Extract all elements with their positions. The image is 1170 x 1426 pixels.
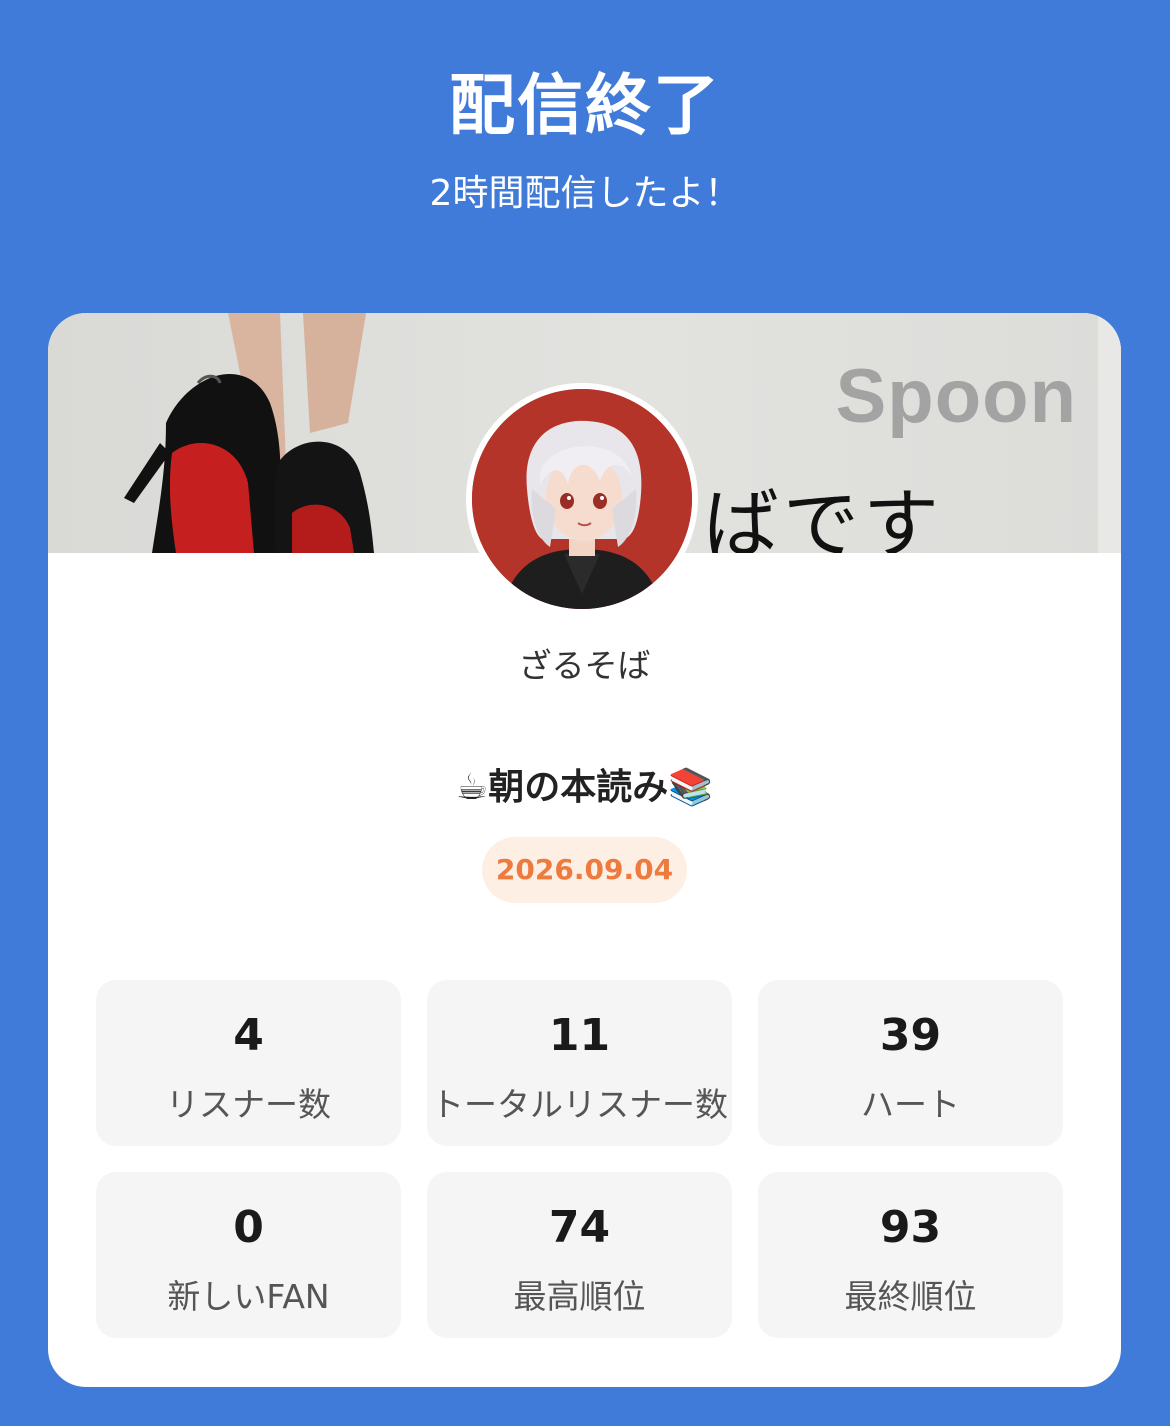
stat-highest-rank: 74 最高順位	[427, 1172, 732, 1338]
spoon-logo: Spoon	[835, 354, 1077, 439]
stat-total-listeners: 11 トータルリスナー数	[427, 980, 732, 1146]
avatar-image	[472, 389, 692, 609]
stat-new-fans: 0 新しいFAN	[96, 1172, 401, 1338]
stat-label: トータルリスナー数	[431, 1085, 728, 1124]
stat-final-rank: 93 最終順位	[758, 1172, 1063, 1338]
stat-value: 0	[233, 1202, 264, 1253]
stat-value: 11	[548, 1010, 611, 1061]
stat-label: リスナー数	[166, 1085, 331, 1124]
stat-value: 74	[548, 1202, 611, 1253]
stat-value: 39	[879, 1010, 942, 1061]
stat-label: 最終順位	[844, 1277, 977, 1316]
stat-label: 新しいFAN	[167, 1277, 330, 1316]
username: ざるそば	[518, 646, 651, 685]
stat-label: ハート	[861, 1085, 960, 1124]
header-subtitle: 2時間配信したよ！	[429, 173, 741, 214]
stat-listeners: 4 リスナー数	[96, 980, 401, 1146]
avatar[interactable]	[466, 383, 698, 615]
stat-value: 4	[233, 1010, 264, 1061]
stat-label: 最高順位	[513, 1277, 646, 1316]
banner-caption: ばです	[703, 480, 943, 553]
stat-hearts: 39 ハート	[758, 980, 1063, 1146]
broadcast-title: ☕朝の本読み📚	[455, 767, 714, 808]
date-badge: 2026.09.04	[482, 837, 687, 903]
stat-value: 93	[879, 1202, 942, 1253]
summary-card: Spoon ばです ざるそば ☕朝の本読み📚 2026.09.04 4 リスナー…	[48, 313, 1121, 1387]
header-title: 配信終了	[449, 67, 721, 144]
